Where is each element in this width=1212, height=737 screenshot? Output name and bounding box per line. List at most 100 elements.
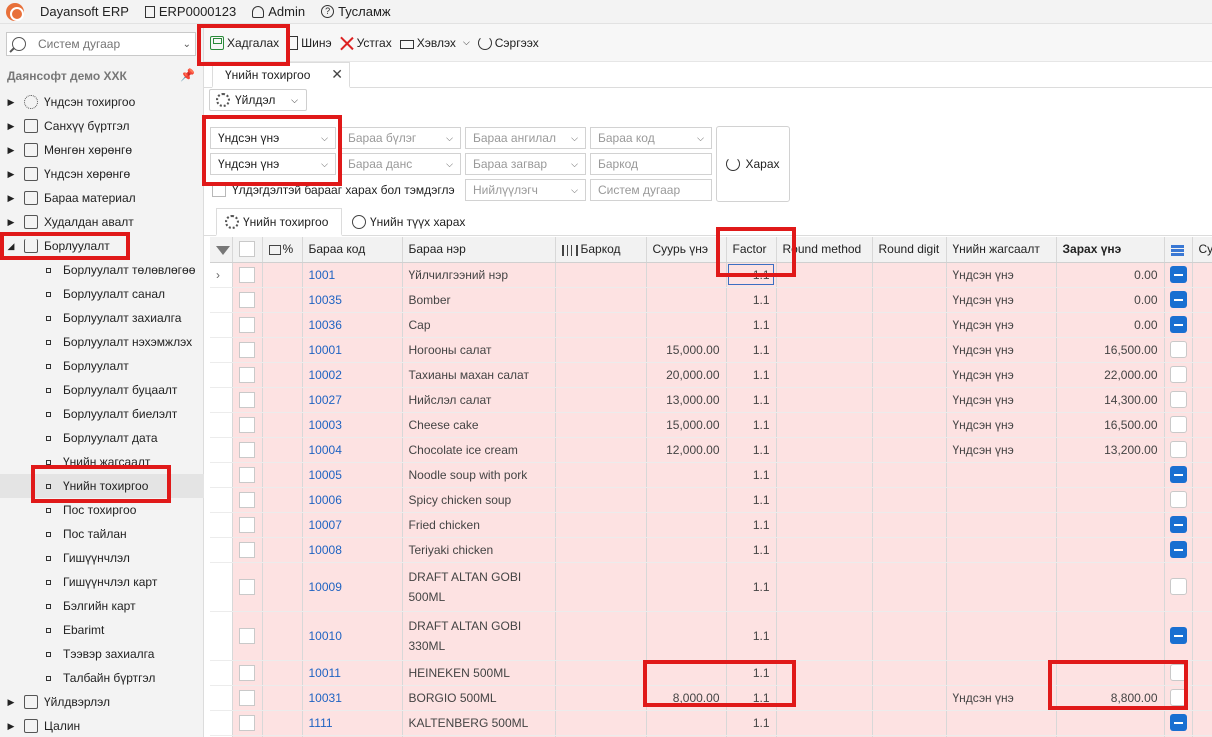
table-row[interactable]: 10010 DRAFT ALTAN GOBI 330ML 1.1 <box>210 611 1212 661</box>
row-checkbox[interactable] <box>239 441 255 458</box>
product-code-cell[interactable]: 10006 <box>302 487 403 513</box>
price-type-select-2[interactable]: Үндсэн үнэ ⌵ <box>210 153 336 175</box>
row-select-cell[interactable] <box>232 685 263 711</box>
expand-arrow-icon[interactable]: ▶ <box>4 193 18 204</box>
row-toggle-button[interactable] <box>1169 341 1187 358</box>
round-method-cell[interactable] <box>776 660 873 686</box>
extra-column-header[interactable]: Су <box>1192 237 1212 263</box>
nav-item-purchasing[interactable]: ▶ Худалдан авалт <box>0 210 204 234</box>
row-action-cell[interactable] <box>1164 487 1193 513</box>
tab-price-settings-grid[interactable]: Үнийн тохиргоо <box>216 208 342 236</box>
row-indicator[interactable] <box>210 312 233 338</box>
row-select-cell[interactable] <box>232 562 263 612</box>
base-price-cell[interactable]: 8,000.00 <box>646 685 727 711</box>
round-digit-cell[interactable] <box>872 537 947 563</box>
product-code-cell[interactable]: 10011 <box>302 660 403 686</box>
row-action-cell[interactable] <box>1164 685 1193 711</box>
base-price-cell[interactable] <box>646 537 727 563</box>
round-digit-cell[interactable] <box>872 387 947 413</box>
row-action-cell[interactable] <box>1164 537 1193 563</box>
price-list-cell[interactable]: Үндсэн үнэ <box>946 287 1057 313</box>
expand-arrow-icon[interactable]: ▶ <box>4 169 18 180</box>
table-row[interactable]: 10027 Нийслэл салат 13,000.00 1.1 Үндсэн үнэ… <box>210 387 1212 413</box>
nav-item-finance[interactable]: ▶ Санхүү бүртгэл <box>0 114 204 138</box>
factor-cell[interactable]: 1.1 <box>726 487 777 513</box>
pin-icon[interactable]: 📌 <box>180 68 195 82</box>
factor-column-header[interactable]: Factor <box>726 237 777 263</box>
percent-cell[interactable] <box>262 562 303 612</box>
row-select-cell[interactable] <box>232 412 263 438</box>
product-account-select[interactable]: Бараа данс ⌵ <box>340 153 461 175</box>
row-indicator[interactable] <box>210 337 233 363</box>
row-minus-button[interactable] <box>1169 541 1187 558</box>
percent-cell[interactable] <box>262 611 303 661</box>
round-method-cell[interactable] <box>776 312 873 338</box>
row-checkbox[interactable] <box>239 341 255 358</box>
row-indicator[interactable]: › <box>210 262 233 288</box>
row-checkbox[interactable] <box>239 391 255 408</box>
product-code-cell[interactable]: 10007 <box>302 512 403 538</box>
product-code-select[interactable]: Бараа код ⌵ <box>590 127 712 149</box>
new-button[interactable]: Шинэ <box>287 31 332 55</box>
round-digit-column-header[interactable]: Round digit <box>872 237 947 263</box>
nav-item-inventory[interactable]: ▶ Бараа материал <box>0 186 204 210</box>
percent-cell[interactable] <box>262 660 303 686</box>
row-indicator[interactable] <box>210 710 233 736</box>
factor-cell[interactable]: 1.1 <box>726 287 777 313</box>
table-row[interactable]: 1111 KALTENBERG 500ML 1.1 <box>210 710 1212 736</box>
row-action-cell[interactable] <box>1164 462 1193 488</box>
row-indicator[interactable] <box>210 611 233 661</box>
percent-column-header[interactable]: % <box>262 237 303 263</box>
row-checkbox[interactable] <box>239 416 255 433</box>
base-price-column-header[interactable]: Суурь үнэ <box>646 237 727 263</box>
nav-sub-sales-offer[interactable]: Борлуулалт санал <box>0 282 204 306</box>
base-price-cell[interactable] <box>646 710 727 736</box>
percent-cell[interactable] <box>262 512 303 538</box>
table-row[interactable]: 10011 HEINEKEN 500ML 1.1 <box>210 660 1212 686</box>
nav-sub-transport-order[interactable]: Тээвэр захиалга <box>0 642 204 666</box>
round-method-cell[interactable] <box>776 262 873 288</box>
factor-cell[interactable]: 1.1 <box>726 710 777 736</box>
price-list-cell[interactable] <box>946 487 1057 513</box>
round-method-cell[interactable] <box>776 437 873 463</box>
round-digit-cell[interactable] <box>872 685 947 711</box>
row-checkbox[interactable] <box>239 266 255 283</box>
base-price-cell[interactable] <box>646 562 727 612</box>
product-code-cell[interactable]: 10036 <box>302 312 403 338</box>
row-checkbox[interactable] <box>239 714 255 731</box>
round-method-cell[interactable] <box>776 537 873 563</box>
product-group-select[interactable]: Бараа бүлэг ⌵ <box>340 127 461 149</box>
row-action-cell[interactable] <box>1164 611 1193 661</box>
base-price-cell[interactable] <box>646 512 727 538</box>
nav-item-cash[interactable]: ▶ Мөнгөн хөрөнгө <box>0 138 204 162</box>
nav-sub-sales-return[interactable]: Борлуулалт буцаалт <box>0 378 204 402</box>
nav-sub-gift-card[interactable]: Бэлгийн карт <box>0 594 204 618</box>
row-action-cell[interactable] <box>1164 312 1193 338</box>
row-minus-button[interactable] <box>1169 627 1187 644</box>
table-row[interactable]: 10008 Teriyaki chicken 1.1 <box>210 537 1212 563</box>
nav-item-payroll[interactable]: ▶ Цалин <box>0 714 204 737</box>
row-checkbox[interactable] <box>239 516 255 533</box>
round-digit-cell[interactable] <box>872 710 947 736</box>
row-indicator[interactable] <box>210 287 233 313</box>
product-code-cell[interactable]: 10008 <box>302 537 403 563</box>
row-minus-button[interactable] <box>1169 316 1187 333</box>
system-number-input[interactable] <box>38 37 178 51</box>
barcode-input[interactable]: Баркод <box>590 153 712 175</box>
nav-sub-sales[interactable]: Борлуулалт <box>0 354 204 378</box>
balance-only-option[interactable]: Үлдэгдэлтэй барааг харах бол тэмдэглэ <box>212 183 455 197</box>
price-list-cell[interactable]: Үндсэн үнэ <box>946 412 1057 438</box>
row-indicator[interactable] <box>210 462 233 488</box>
round-digit-cell[interactable] <box>872 462 947 488</box>
base-price-cell[interactable] <box>646 287 727 313</box>
product-code-cell[interactable]: 10035 <box>302 287 403 313</box>
nav-sub-membership[interactable]: Гишүүнчлэл <box>0 546 204 570</box>
factor-cell[interactable]: 1.1 <box>726 337 777 363</box>
row-select-cell[interactable] <box>232 387 263 413</box>
product-code-cell[interactable]: 10005 <box>302 462 403 488</box>
supplier-select[interactable]: Нийлүүлэгч ⌵ <box>465 179 586 201</box>
delete-button[interactable]: Устгах <box>340 31 392 55</box>
factor-cell[interactable]: 1.1 <box>726 462 777 488</box>
nav-sub-sales-invoice[interactable]: Борлуулалт нэхэмжлэх <box>0 330 204 354</box>
row-action-cell[interactable] <box>1164 262 1193 288</box>
